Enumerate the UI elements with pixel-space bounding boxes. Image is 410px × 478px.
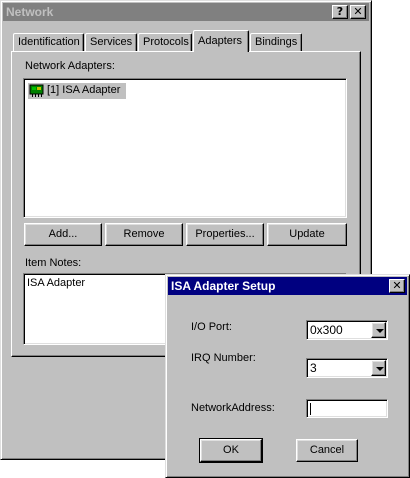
tab-protocols[interactable]: Protocols — [138, 33, 192, 51]
help-button[interactable]: ? — [332, 5, 348, 19]
network-adapters-label: Network Adapters: — [25, 60, 115, 72]
add-button-label: Add... — [48, 228, 78, 240]
cancel-button[interactable]: Cancel — [296, 439, 358, 462]
io-port-value: 0x300 — [310, 323, 343, 337]
tab-identification[interactable]: Identification — [13, 33, 84, 51]
isa-setup-dialog: ISA Adapter Setup ✕ I/O Port: 0x300 IRQ … — [165, 274, 410, 478]
chevron-down-icon[interactable] — [371, 360, 386, 376]
remove-button[interactable]: Remove — [105, 223, 183, 246]
irq-select[interactable]: 3 — [306, 358, 388, 378]
dialog-title: ISA Adapter Setup — [171, 279, 276, 293]
network-title-bar[interactable]: Network — [3, 3, 369, 21]
adapter-label: [1] ISA Adapter — [47, 84, 121, 96]
item-notes-label: Item Notes: — [25, 257, 82, 269]
io-port-label: I/O Port: — [191, 321, 232, 333]
update-button[interactable]: Update — [267, 223, 347, 246]
close-icon[interactable]: ✕ — [350, 5, 366, 19]
network-card-icon — [29, 84, 45, 101]
network-address-label: NetworkAddress: — [191, 402, 275, 414]
irq-value: 3 — [310, 361, 317, 375]
add-button[interactable]: Add... — [24, 223, 102, 246]
dialog-title-bar[interactable]: ISA Adapter Setup — [168, 277, 407, 295]
chevron-down-icon[interactable] — [371, 322, 386, 338]
properties-button-label: Properties... — [195, 228, 255, 240]
text-cursor — [310, 403, 311, 415]
tab-bindings[interactable]: Bindings — [250, 33, 302, 51]
remove-button-label: Remove — [123, 228, 165, 240]
properties-button[interactable]: Properties... — [186, 223, 264, 246]
list-item[interactable]: [1] ISA Adapter — [28, 83, 126, 99]
update-button-label: Update — [289, 228, 325, 240]
io-port-select[interactable]: 0x300 — [306, 320, 388, 340]
cancel-button-label: Cancel — [309, 444, 345, 456]
dialog-close-icon[interactable]: ✕ — [389, 279, 405, 293]
item-notes-value: ISA Adapter — [27, 277, 86, 289]
ok-button[interactable]: OK — [199, 438, 263, 463]
tab-adapters[interactable]: Adapters — [193, 30, 249, 52]
ok-button-label: OK — [223, 444, 239, 456]
adapters-list[interactable]: [1] ISA Adapter — [23, 78, 347, 218]
network-address-field[interactable] — [306, 399, 388, 418]
tab-services[interactable]: Services — [85, 33, 137, 51]
irq-label: IRQ Number: — [191, 352, 256, 364]
network-title: Network — [6, 5, 54, 19]
